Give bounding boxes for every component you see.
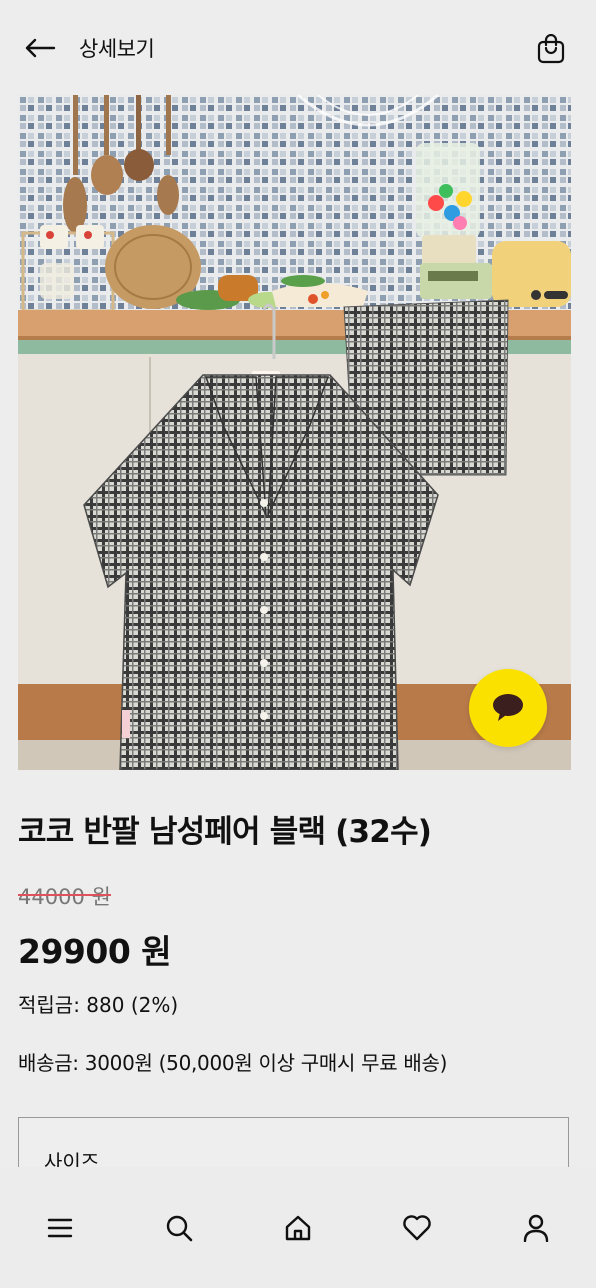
page-title: 상세보기 [79, 37, 155, 61]
nav-search-button[interactable] [149, 1198, 209, 1258]
arrow-left-icon [25, 38, 56, 58]
strikethrough-line [18, 894, 111, 896]
original-price-text: 44000 원 [18, 885, 111, 909]
nav-home-button[interactable] [268, 1198, 328, 1258]
heart-icon [403, 1215, 431, 1241]
bottom-nav [0, 1167, 596, 1288]
product-photo: lalala [18, 95, 571, 770]
nav-menu-button[interactable] [30, 1198, 90, 1258]
nav-profile-button[interactable] [506, 1198, 566, 1258]
shopping-bag-icon [537, 34, 565, 64]
shipping-fee: 배송금: 3000원 (50,000원 이상 구매시 무료 배송) [18, 1051, 448, 1075]
product-detail-page: 상세보기 코코 반팔 남성페어 블랙 (32수) 44000 원 29900 원… [0, 0, 596, 1288]
kakao-chat-button[interactable] [469, 669, 547, 747]
search-icon [166, 1215, 193, 1241]
chat-bubble-icon [493, 694, 523, 721]
header: 상세보기 [0, 0, 596, 96]
original-price: 44000 원 [18, 881, 111, 911]
product-name: 코코 반팔 남성페어 블랙 (32수) [18, 814, 432, 850]
menu-icon [47, 1218, 72, 1237]
back-button[interactable] [22, 30, 58, 66]
cart-button[interactable] [534, 32, 568, 66]
nav-wishlist-button[interactable] [387, 1198, 447, 1258]
user-icon [524, 1214, 549, 1242]
sale-price: 29900 원 [18, 932, 172, 971]
product-image[interactable]: lalala [18, 95, 571, 770]
reward-points: 적립금: 880 (2%) [18, 993, 179, 1017]
home-icon [285, 1215, 311, 1240]
